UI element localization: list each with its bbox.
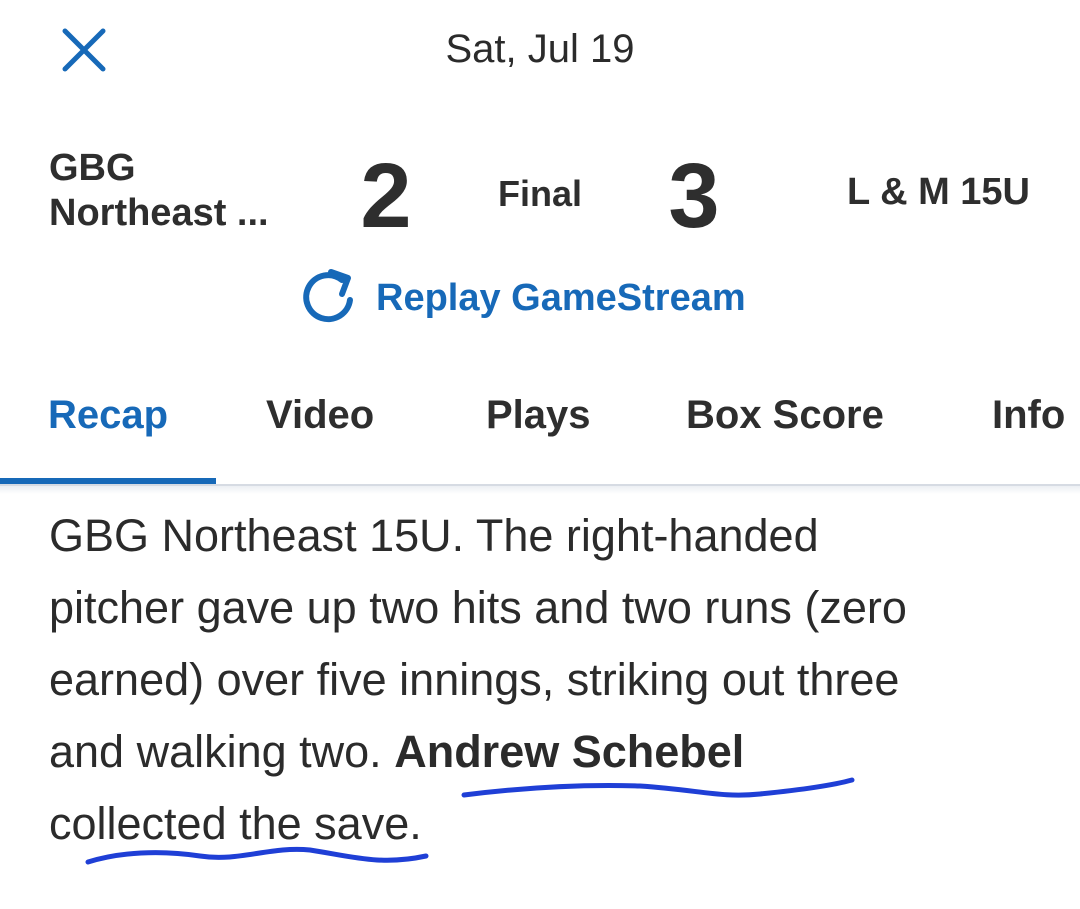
- game-date: Sat, Jul 19: [445, 27, 635, 71]
- away-team-name[interactable]: L & M 15U: [770, 170, 1030, 215]
- tab-video[interactable]: Video: [266, 390, 374, 440]
- replay-gamestream-button[interactable]: Replay GameStream: [298, 266, 746, 330]
- home-team-name[interactable]: GBG Northeast ...: [49, 146, 309, 236]
- tab-info[interactable]: Info: [992, 390, 1065, 440]
- recap-line: and walking two. Andrew Schebel: [49, 716, 1049, 788]
- tab-recap[interactable]: Recap: [48, 390, 168, 440]
- away-team-score: 3: [668, 145, 720, 247]
- tab-bar: Recap Video Plays Box Score Info: [0, 380, 1080, 484]
- recap-line: earned) over five innings, striking out …: [49, 654, 900, 705]
- replay-gamestream-label: Replay GameStream: [376, 277, 746, 319]
- tab-box-score[interactable]: Box Score: [686, 390, 884, 440]
- tab-shadow: [0, 486, 1080, 494]
- recap-line: pitcher gave up two hits and two runs (z…: [49, 582, 907, 633]
- recap-line: GBG Northeast 15U. The right-handed: [49, 510, 819, 561]
- recap-line: collected the save.: [49, 798, 422, 849]
- player-name-link[interactable]: Andrew Schebel: [394, 726, 744, 777]
- game-recap-screen: Sat, Jul 19 GBG Northeast ... 2 Final 3 …: [0, 0, 1080, 909]
- recap-line-text: and walking two.: [49, 726, 395, 777]
- refresh-icon: [303, 269, 353, 323]
- home-team-score: 2: [360, 145, 412, 247]
- recap-text: GBG Northeast 15U. The right-handed pitc…: [49, 500, 1049, 860]
- game-status: Final: [497, 173, 582, 214]
- tab-plays[interactable]: Plays: [486, 390, 591, 440]
